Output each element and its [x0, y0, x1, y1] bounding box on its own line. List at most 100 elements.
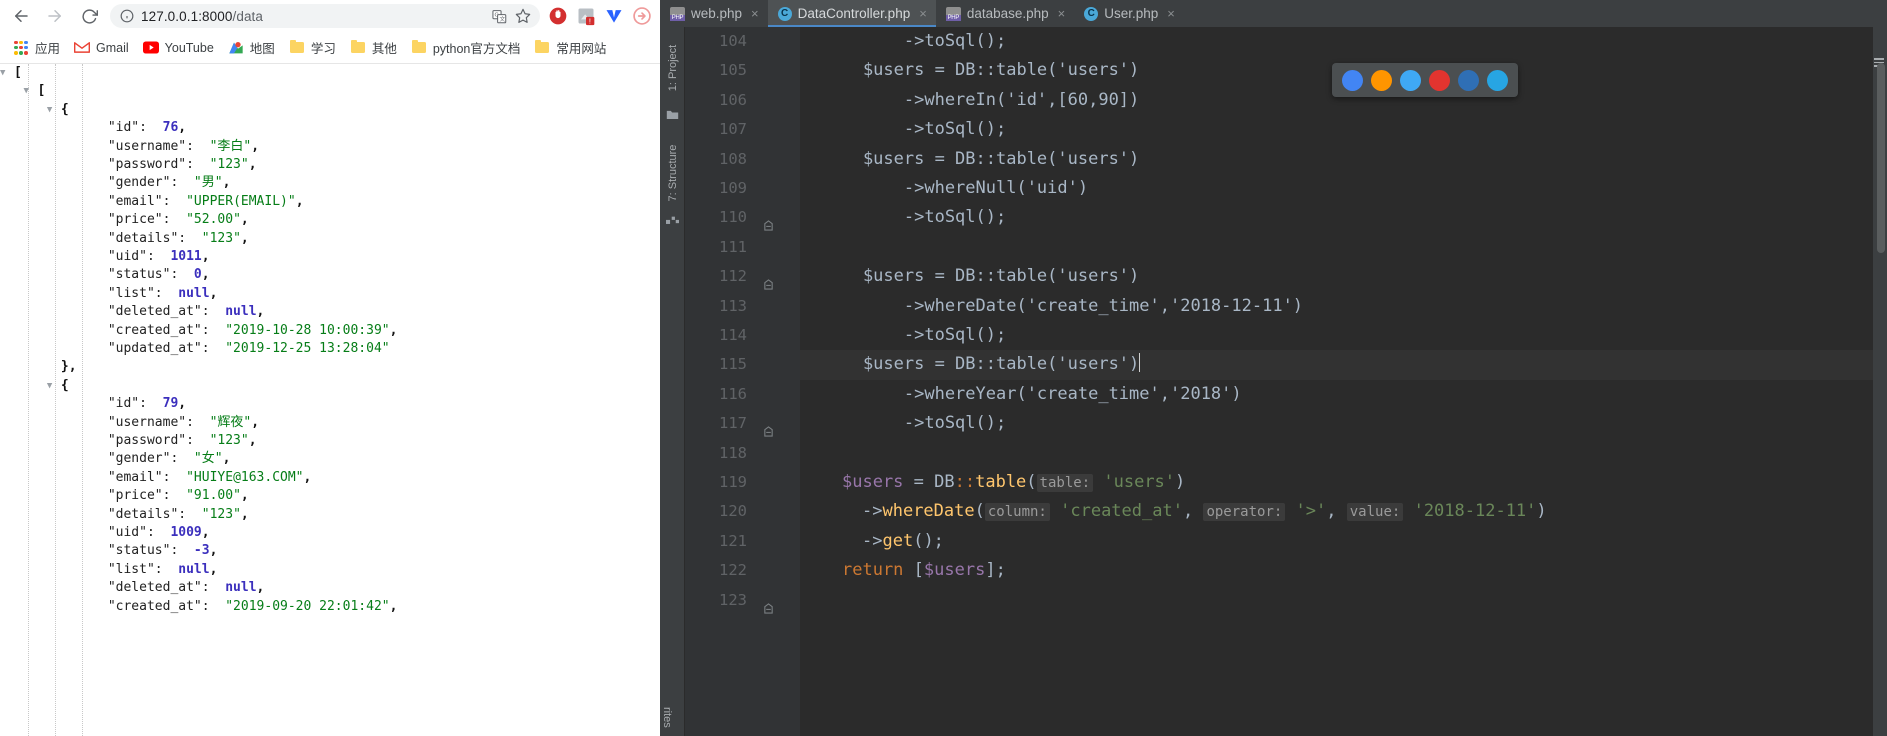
bookmark-item-5[interactable]: 其他: [343, 36, 404, 60]
json-line: "status": 0,: [0, 266, 660, 284]
code-line[interactable]: ->get();: [800, 527, 1873, 556]
back-button[interactable]: [4, 0, 38, 32]
tool-window-favorites-label[interactable]: rites: [661, 707, 673, 728]
code-fold-icon[interactable]: [763, 271, 774, 290]
close-tab-icon[interactable]: ×: [751, 6, 759, 21]
address-bar[interactable]: 127.0.0.1:8000/data G文: [110, 4, 540, 28]
code-line[interactable]: ->toSql();: [800, 321, 1873, 350]
open-in-chrome-icon[interactable]: [1342, 69, 1363, 91]
gutter-line[interactable]: 122: [685, 556, 800, 585]
json-line: "price": "91.00",: [0, 487, 660, 505]
code-line[interactable]: $users = DB::table(table: 'users'): [800, 468, 1873, 497]
url-host: 127.0.0.1:8000: [141, 8, 233, 24]
code-token-def: ];: [985, 560, 1006, 581]
code-line[interactable]: ->whereNull('uid'): [800, 174, 1873, 203]
adblock-icon[interactable]: [544, 2, 572, 30]
code-line[interactable]: ->whereDate(column: 'created_at', operat…: [800, 497, 1873, 526]
vysor-icon[interactable]: [600, 2, 628, 30]
bookmark-item-2[interactable]: YouTube: [136, 36, 221, 60]
extension-badge-icon[interactable]: !: [572, 2, 600, 30]
close-tab-icon[interactable]: ×: [1058, 6, 1066, 21]
code-line[interactable]: $users = DB::table('users'): [800, 145, 1873, 174]
site-info-icon[interactable]: [120, 9, 134, 23]
gutter-line[interactable]: 115: [685, 350, 800, 379]
chrome-browser-window: 127.0.0.1:8000/data G文 ! 应用 Gmail YouTub…: [0, 0, 660, 736]
gutter-line[interactable]: 116: [685, 380, 800, 409]
open-in-opera-icon[interactable]: [1429, 69, 1450, 91]
editor-tab-web-php[interactable]: web.php ×: [660, 0, 768, 27]
code-line[interactable]: ->toSql();: [800, 203, 1873, 232]
json-token-punc: ,: [240, 506, 249, 522]
gutter-line[interactable]: 104: [685, 27, 800, 56]
gutter-line[interactable]: 120: [685, 497, 800, 526]
vertical-scrollbar[interactable]: [1877, 63, 1885, 253]
close-tab-icon[interactable]: ×: [919, 6, 927, 21]
collapse-triangle-icon[interactable]: ▼: [47, 101, 52, 119]
code-token-str: '2018-12-11': [1413, 501, 1537, 522]
json-line-content: {: [61, 101, 69, 119]
tool-window-project-label[interactable]: 1: Project: [667, 38, 679, 98]
gutter-line[interactable]: 108: [685, 145, 800, 174]
code-line[interactable]: ->toSql();: [800, 115, 1873, 144]
gutter-line[interactable]: 109: [685, 174, 800, 203]
code-line[interactable]: $users = DB::table('users'): [800, 262, 1873, 291]
bookmark-item-6[interactable]: python官方文档: [404, 36, 528, 60]
circle-arrow-icon[interactable]: [628, 2, 656, 30]
gutter-line[interactable]: 113: [685, 292, 800, 321]
code-line[interactable]: ->toSql();: [800, 409, 1873, 438]
json-line-content: "details": "123",: [108, 506, 249, 524]
gutter-line[interactable]: 117: [685, 409, 800, 438]
gutter-line[interactable]: 106: [685, 86, 800, 115]
line-number: 108: [719, 149, 747, 168]
collapse-triangle-icon[interactable]: ▼: [0, 64, 5, 82]
bookmark-item-1[interactable]: Gmail: [67, 36, 136, 60]
code-line[interactable]: [800, 233, 1873, 262]
gutter-line[interactable]: 119: [685, 468, 800, 497]
code-fold-icon[interactable]: [763, 595, 774, 614]
editor-tab-database-php[interactable]: database.php ×: [936, 0, 1074, 27]
bookmark-item-4[interactable]: 学习: [282, 36, 343, 60]
collapse-triangle-icon[interactable]: ▼: [23, 82, 28, 100]
star-icon[interactable]: [512, 5, 534, 27]
gutter-line[interactable]: 107: [685, 115, 800, 144]
code-line[interactable]: return [$users];: [800, 556, 1873, 585]
gutter-line[interactable]: 111: [685, 233, 800, 262]
open-in-safari-icon[interactable]: [1400, 69, 1421, 91]
gutter-line[interactable]: 123: [685, 586, 800, 615]
close-tab-icon[interactable]: ×: [1167, 6, 1175, 21]
editor-tab-user-php[interactable]: C User.php ×: [1074, 0, 1184, 27]
translate-icon[interactable]: G文: [488, 5, 510, 27]
gutter-line[interactable]: 118: [685, 439, 800, 468]
collapse-triangle-icon[interactable]: ▼: [47, 377, 52, 395]
structure-icon: [666, 210, 679, 224]
forward-button[interactable]: [38, 0, 72, 32]
reload-button[interactable]: [72, 0, 106, 32]
gutter-line[interactable]: 110: [685, 203, 800, 232]
address-bar-url[interactable]: 127.0.0.1:8000/data: [141, 9, 486, 24]
open-in-firefox-icon[interactable]: [1371, 69, 1392, 91]
json-token-nul: null: [162, 561, 210, 577]
code-line[interactable]: [800, 586, 1873, 615]
tool-window-structure-label[interactable]: 7: Structure: [667, 143, 679, 203]
open-in-ie-icon[interactable]: [1458, 69, 1479, 91]
bookmark-item-3[interactable]: 地图: [221, 36, 282, 60]
code-line[interactable]: ->whereYear('create_time','2018'): [800, 380, 1873, 409]
code-line[interactable]: ->whereDate('create_time','2018-12-11'): [800, 292, 1873, 321]
code-line[interactable]: [800, 439, 1873, 468]
gutter-line[interactable]: 105: [685, 56, 800, 85]
open-in-edge-icon[interactable]: [1487, 69, 1508, 91]
bookmark-item-0[interactable]: 应用: [6, 36, 67, 60]
code-editor[interactable]: ->toSql(); $users = DB::table('users') -…: [800, 27, 1873, 736]
gutter-line[interactable]: 112: [685, 262, 800, 291]
line-number: 112: [719, 267, 747, 286]
editor-tab-datacontroller-php[interactable]: C DataController.php ×: [767, 0, 936, 27]
code-line[interactable]: ->toSql();: [800, 27, 1873, 56]
code-line[interactable]: $users = DB::table('users'): [800, 350, 1873, 380]
code-fold-icon[interactable]: [763, 418, 774, 437]
gutter-line[interactable]: 114: [685, 321, 800, 350]
code-fold-icon[interactable]: [763, 212, 774, 232]
json-token-punc: ,: [389, 322, 398, 338]
bookmark-item-7[interactable]: 常用网站: [527, 36, 613, 60]
phpstorm-window: web.php×CDataController.php×database.php…: [660, 0, 1887, 736]
gutter-line[interactable]: 121: [685, 527, 800, 556]
